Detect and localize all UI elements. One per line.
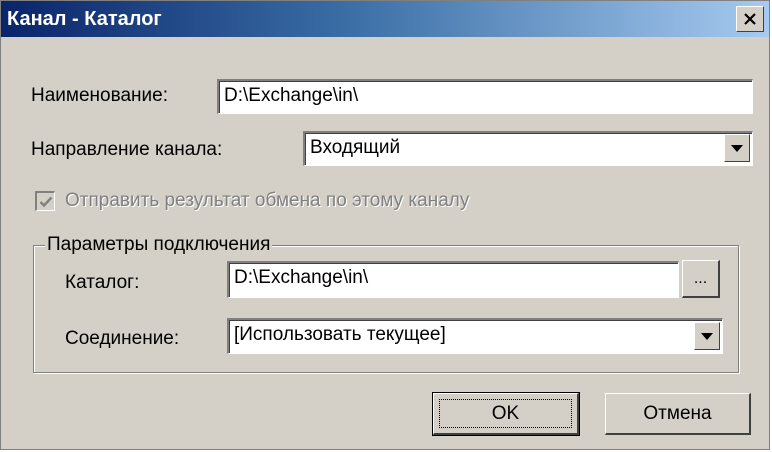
chevron-down-icon: [731, 144, 743, 152]
direction-select[interactable]: Входящий: [303, 131, 753, 166]
check-icon: [39, 196, 52, 207]
name-label: Наименование:: [31, 85, 168, 106]
title-bar[interactable]: Канал - Каталог: [1, 1, 769, 37]
catalog-input[interactable]: D:\Exchange\in\: [227, 261, 679, 298]
name-input[interactable]: D:\Exchange\in\: [217, 79, 753, 114]
chevron-down-icon: [701, 332, 713, 340]
ok-button[interactable]: OK: [432, 392, 580, 436]
connection-group-title: Параметры подключения: [45, 234, 273, 256]
send-result-label: Отправить результат обмена по этому кана…: [65, 190, 470, 211]
send-result-checkbox[interactable]: [35, 191, 55, 211]
dialog-window: Канал - Каталог Наименование: D:\Exchang…: [0, 0, 770, 450]
direction-label: Направление канала:: [31, 139, 223, 160]
connection-label: Соединение:: [65, 328, 180, 349]
focus-rect: [439, 399, 572, 428]
direction-value: Входящий: [310, 137, 401, 158]
close-icon: [744, 12, 756, 25]
direction-dropdown-button[interactable]: [724, 134, 750, 162]
cancel-button[interactable]: Отмена: [605, 393, 751, 435]
window-title: Канал - Каталог: [7, 8, 162, 30]
connection-value: [Использовать текущее]: [234, 324, 446, 345]
catalog-label: Каталог:: [65, 272, 140, 293]
close-button[interactable]: [736, 6, 764, 32]
browse-button[interactable]: ...: [682, 260, 720, 298]
cancel-label: Отмена: [643, 402, 712, 424]
connection-dropdown-button[interactable]: [694, 322, 720, 350]
connection-select[interactable]: [Использовать текущее]: [227, 318, 723, 354]
